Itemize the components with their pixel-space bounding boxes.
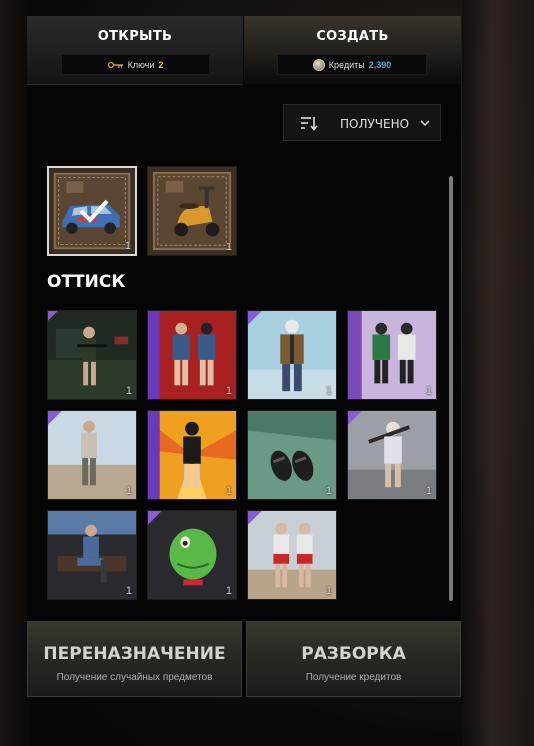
- item-count: 1: [125, 585, 132, 597]
- item-card[interactable]: 1: [47, 410, 137, 500]
- reassign-subtitle: Получение случайных предметов: [56, 672, 213, 683]
- bat-girl-thumbnail: [348, 411, 436, 499]
- keys-counter: Ключи 2: [61, 54, 210, 75]
- item-card[interactable]: 1: [347, 410, 437, 500]
- crate-item-car[interactable]: 1: [47, 166, 137, 256]
- credits-counter: Кредиты 2,390: [277, 54, 427, 75]
- tab-open[interactable]: ОТКРЫТЬ Ключи 2: [27, 16, 243, 85]
- credits-icon: [312, 58, 325, 71]
- item-count: 1: [425, 485, 432, 497]
- dismantle-subtitle: Получение кредитов: [305, 672, 402, 683]
- scooter-skin-thumbnail: [148, 167, 236, 255]
- item-count: 1: [225, 585, 232, 597]
- sort-dropdown[interactable]: ПОЛУЧЕНО: [283, 104, 441, 141]
- chevron-down-icon: [420, 120, 430, 127]
- item-card[interactable]: 1: [147, 410, 237, 500]
- green-jacket-pair-thumbnail: [348, 311, 436, 399]
- background-right: [462, 0, 534, 746]
- sitting-pilot-thumbnail: [48, 511, 136, 599]
- frog-mask-thumbnail: [148, 511, 236, 599]
- item-count: 1: [325, 585, 332, 597]
- sort-label: ПОЛУЧЕНО: [340, 117, 410, 131]
- item-count: 1: [325, 385, 332, 397]
- background-left: [0, 0, 30, 746]
- credits-label: Кредиты: [328, 59, 365, 70]
- item-count: 1: [125, 385, 132, 397]
- tab-create[interactable]: СОЗДАТЬ Кредиты 2,390: [244, 16, 461, 84]
- tab-open-label: ОТКРЫТЬ: [97, 29, 173, 44]
- denim-jacket-pair-thumbnail: [148, 311, 236, 399]
- scrollbar[interactable]: [449, 176, 453, 601]
- item-card[interactable]: 1: [47, 510, 137, 600]
- item-count: 1: [124, 240, 131, 252]
- dismantle-button[interactable]: РАЗБОРКА Получение кредитов: [246, 621, 461, 697]
- sort-icon: [301, 117, 318, 131]
- item-card[interactable]: 1: [47, 310, 137, 400]
- item-count: 1: [225, 485, 232, 497]
- casual-man-thumbnail: [48, 411, 136, 499]
- crafting-panel: ОТКРЫТЬ Ключи 2 СОЗДАТЬ Кредиты 2,390 ПО…: [27, 16, 461, 697]
- item-count: 1: [425, 385, 432, 397]
- item-card[interactable]: 1: [147, 310, 237, 400]
- reassign-title: ПЕРЕНАЗНАЧЕНИЕ: [43, 644, 226, 664]
- keys-label: Ключи: [127, 59, 155, 70]
- armed-soldier-thumbnail: [48, 311, 136, 399]
- checkmark-icon: [79, 199, 109, 223]
- key-icon: [107, 61, 123, 68]
- item-count: 1: [225, 385, 232, 397]
- item-count: 1: [125, 485, 132, 497]
- crate-item-scooter[interactable]: 1: [147, 166, 237, 256]
- cat-mask-woman-thumbnail: [148, 411, 236, 499]
- item-count: 1: [325, 485, 332, 497]
- item-card[interactable]: 1: [247, 510, 337, 600]
- item-count: 1: [225, 241, 232, 253]
- section-title: ОТТИСК: [47, 272, 126, 292]
- sandals-thumbnail: [248, 411, 336, 499]
- item-card[interactable]: 1: [347, 310, 437, 400]
- tab-create-label: СОЗДАТЬ: [316, 29, 389, 44]
- mask-leather-jacket-thumbnail: [248, 311, 336, 399]
- red-shorts-pair-thumbnail: [248, 511, 336, 599]
- dismantle-title: РАЗБОРКА: [301, 644, 406, 664]
- item-card[interactable]: 1: [147, 510, 237, 600]
- item-card[interactable]: 1: [247, 410, 337, 500]
- reassign-button[interactable]: ПЕРЕНАЗНАЧЕНИЕ Получение случайных предм…: [27, 621, 242, 697]
- item-card[interactable]: 1: [247, 310, 337, 400]
- keys-value: 2: [158, 59, 164, 70]
- credits-value: 2,390: [368, 59, 392, 70]
